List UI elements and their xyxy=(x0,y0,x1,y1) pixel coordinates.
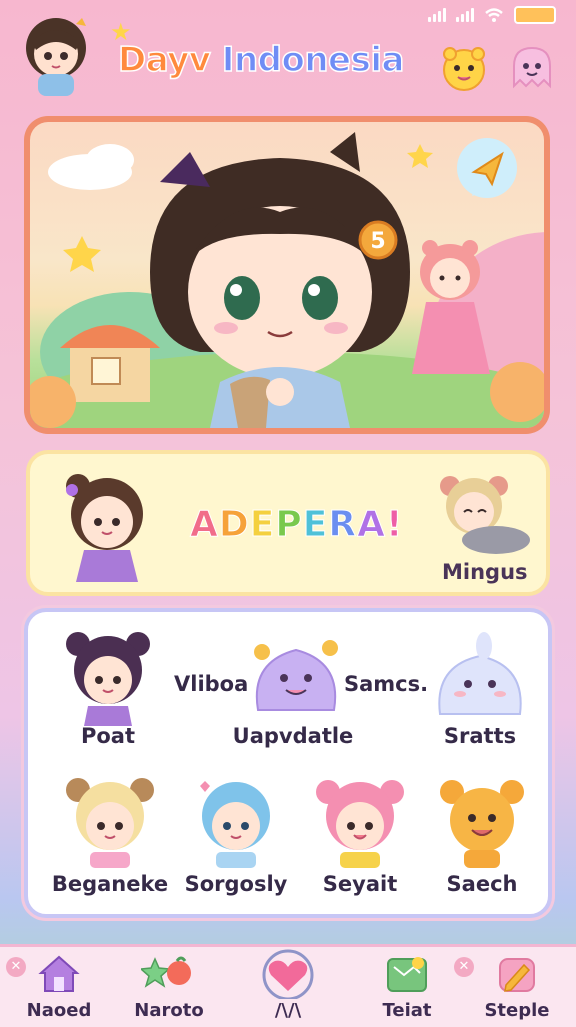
banner-letter-0: A xyxy=(190,504,219,546)
banner-letter-2: E xyxy=(249,504,276,546)
banner-letter-3: P xyxy=(275,504,303,546)
paper-plane-icon[interactable] xyxy=(452,136,522,206)
app-title-part2: Indonesia xyxy=(221,39,405,81)
nav-item-heart[interactable]: /\/\ xyxy=(243,947,333,1027)
signal-icon xyxy=(428,8,446,22)
nav-label-map: Teiat xyxy=(382,1000,432,1021)
map-icon xyxy=(387,957,427,992)
bottom-nav: ✕ ✕ Naoed Naroto /\/\ Teiat Steple xyxy=(0,944,576,1027)
hero-card[interactable]: 5 xyxy=(24,116,550,434)
player-avatar[interactable] xyxy=(14,10,98,102)
wifi-icon xyxy=(485,8,503,22)
banner-letter-6: A xyxy=(357,504,386,546)
character-beganeke[interactable] xyxy=(60,772,160,868)
character-slime[interactable] xyxy=(246,632,346,722)
signal-icon-2 xyxy=(456,8,474,22)
character-saech[interactable] xyxy=(432,772,532,868)
banner-character-name: Mingus xyxy=(442,560,528,584)
home-icon xyxy=(38,955,80,992)
nav-item-fruits[interactable]: Naroto xyxy=(124,947,214,1027)
character-uapvdatle-label: Uapvdatle xyxy=(232,724,354,748)
nav-item-create[interactable]: Steple xyxy=(472,947,562,1027)
hero-badge-number: 5 xyxy=(370,229,385,254)
banner-character-right[interactable] xyxy=(430,466,534,556)
battery-icon xyxy=(514,6,556,24)
nav-label-fruits: Naroto xyxy=(134,1000,204,1021)
hero-scene: 5 xyxy=(30,122,544,428)
ghost-icon[interactable] xyxy=(504,40,560,96)
nav-item-map[interactable]: Teiat xyxy=(362,947,452,1027)
app-title: Dayv Indonesia xyxy=(117,39,405,81)
character-seyait-label: Seyait xyxy=(322,872,398,896)
banner-character-left[interactable] xyxy=(52,466,162,584)
nav-label-heart: /\/\ xyxy=(274,1000,302,1021)
pet-face-icon[interactable] xyxy=(436,40,492,96)
banner-letter-7: ! xyxy=(385,504,404,546)
character-poat-label: Poat xyxy=(80,724,136,748)
close-icon-2[interactable]: ✕ xyxy=(454,957,474,977)
character-sratts[interactable] xyxy=(428,630,532,724)
character-sratts-label: Sratts xyxy=(443,724,517,748)
app-title-part1: Dayv xyxy=(117,39,211,81)
nav-label-home: Naoed xyxy=(26,1000,92,1021)
character-sorgosly[interactable] xyxy=(186,772,286,868)
nav-item-home[interactable]: Naoed xyxy=(14,947,104,1027)
event-banner[interactable]: ADEPERA! Mingus xyxy=(26,450,550,596)
character-vliboa-label: Vliboa xyxy=(174,672,249,696)
character-samcs-label: Samcs. xyxy=(344,672,429,696)
character-seyait[interactable] xyxy=(310,772,410,868)
status-bar xyxy=(428,6,556,24)
pencil-icon xyxy=(499,958,535,992)
banner-letter-4: E xyxy=(302,504,329,546)
character-saech-label: Saech xyxy=(446,872,518,896)
character-grid: Poat Vliboa Samcs. Uapvdatle Sratts Bega… xyxy=(24,608,552,918)
character-beganeke-label: Beganeke xyxy=(51,872,169,896)
character-sorgosly-label: Sorgosly xyxy=(184,872,288,896)
banner-letter-1: D xyxy=(218,504,250,546)
character-poat[interactable] xyxy=(58,626,158,726)
star-fruit-icon xyxy=(139,956,191,988)
banner-title: ADEPERA! xyxy=(190,504,404,546)
banner-letter-5: R xyxy=(328,504,358,546)
heart-icon xyxy=(262,949,314,1001)
nav-label-create: Steple xyxy=(484,1000,550,1021)
